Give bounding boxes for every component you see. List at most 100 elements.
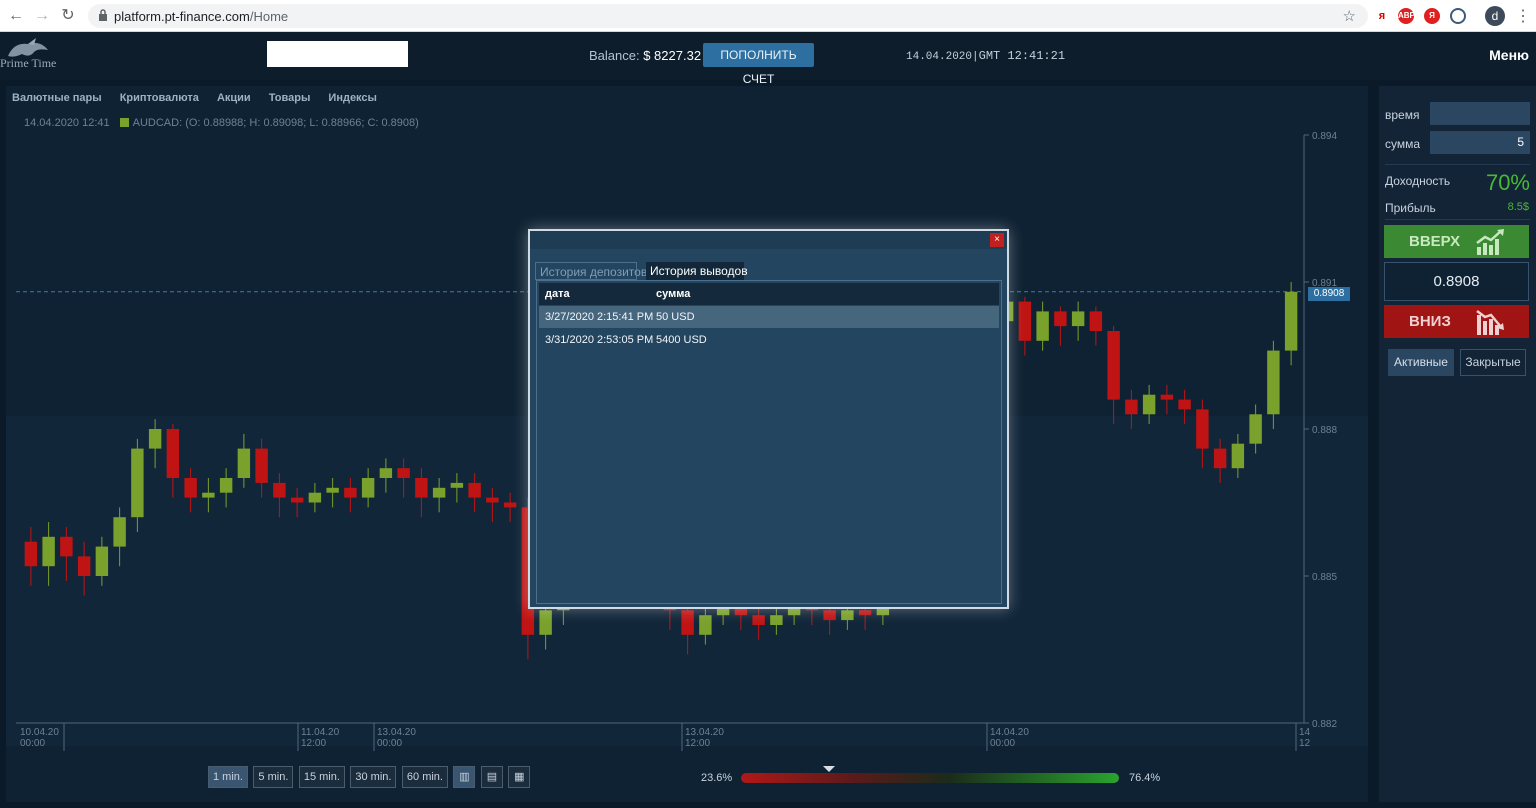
candle-body — [24, 541, 38, 567]
browser-menu-icon[interactable]: ⋮ — [1515, 6, 1531, 26]
candle-body — [344, 487, 357, 498]
cell-amount: 50 USD — [656, 311, 695, 323]
timeframe-15min[interactable]: 15 min. — [298, 766, 345, 788]
cell-date: 3/27/2020 2:15:41 PM — [545, 311, 654, 323]
asset-tab-forex[interactable]: Валютные пары — [12, 92, 102, 104]
candle-body — [361, 478, 375, 498]
asset-tab-stocks[interactable]: Акции — [217, 92, 251, 104]
candle-body — [1196, 409, 1209, 449]
candle-body — [166, 429, 180, 478]
candle-body — [1267, 350, 1280, 415]
timeframe-1min[interactable]: 1 min. — [208, 766, 248, 788]
candle-body — [1036, 311, 1049, 341]
table-header: дата сумма — [539, 283, 999, 305]
cell-date: 3/31/2020 2:53:05 PM — [545, 334, 654, 346]
asset-tabs: Валютные пары Криптовалюта Акции Товары … — [12, 92, 392, 104]
current-price-display: 0.8908 — [1384, 262, 1529, 301]
call-up-button[interactable]: ВВЕРХ — [1384, 225, 1529, 258]
line-chart-type-icon[interactable]: ▦ — [508, 766, 531, 788]
time-tick-time: 12 — [1299, 738, 1311, 749]
logo-text: Prime Time — [0, 56, 57, 70]
address-bar[interactable]: platform.pt-finance.com/Home ☆ — [88, 4, 1368, 28]
asset-tab-commodities[interactable]: Товары — [269, 92, 311, 104]
amount-label: сумма — [1385, 137, 1421, 151]
candle-body — [1231, 443, 1245, 469]
asset-tab-indices[interactable]: Индексы — [328, 92, 377, 104]
candle-body — [95, 546, 109, 576]
asset-tab-crypto[interactable]: Криптовалюта — [120, 92, 199, 104]
clock: 14.04.2020|GMT 12:41:21 — [906, 49, 1066, 63]
column-header-amount: сумма — [656, 288, 691, 300]
divider — [1385, 164, 1530, 165]
bar-chart-type-icon[interactable]: ▤ — [480, 766, 503, 788]
back-arrow-icon[interactable]: ← — [6, 6, 26, 26]
candle-body — [415, 478, 428, 498]
candle-body — [752, 615, 765, 625]
candle-body — [1178, 399, 1191, 410]
profile-avatar[interactable]: d — [1485, 6, 1505, 26]
candle-body — [681, 610, 694, 635]
candle-body — [42, 536, 55, 567]
divider — [1385, 219, 1530, 220]
candle-body — [237, 448, 251, 478]
bookmark-star-icon[interactable]: ☆ — [1343, 7, 1356, 25]
tab-withdrawal-history[interactable]: История выводов — [646, 262, 748, 280]
menu-button[interactable]: Меню — [1489, 47, 1529, 63]
candle-body — [379, 468, 393, 478]
adblock-extension-icon[interactable]: ABP — [1398, 8, 1415, 24]
time-tick-time: 12:00 — [685, 738, 710, 749]
ohlc-legend: 14.04.2020 12:41 AUDCAD: (O: 0.88988; H: … — [24, 117, 419, 129]
candle-body — [503, 502, 517, 508]
forward-arrow-icon[interactable]: → — [32, 6, 52, 26]
profit-label: Прибыль — [1385, 201, 1436, 215]
tab-deposit-history[interactable]: История депозитов — [535, 262, 647, 280]
candle-body — [60, 536, 73, 557]
candle-body — [255, 448, 268, 483]
price-tick-label: 0.894 — [1312, 131, 1337, 142]
timeframe-5min[interactable]: 5 min. — [253, 766, 294, 788]
time-tick-time: 00:00 — [990, 738, 1015, 749]
candle-body — [1107, 331, 1120, 400]
price-tick-label: 0.885 — [1312, 572, 1337, 583]
tab-closed-trades[interactable]: Закрытые — [1460, 349, 1526, 376]
time-tick-date: 10.04.20 — [20, 727, 59, 738]
table-row[interactable]: 3/27/2020 2:15:41 PM 50 USD — [539, 306, 999, 328]
candle-body — [1284, 291, 1298, 351]
candle-body — [326, 487, 339, 493]
yield-value: 70% — [1485, 170, 1530, 195]
browser-toolbar: ← → ↻ platform.pt-finance.com/Home ☆ я A… — [0, 0, 1536, 32]
time-tick-date: 14 — [1299, 727, 1311, 738]
candle-body — [1249, 414, 1262, 444]
column-header-date: дата — [545, 288, 570, 300]
candle-body — [1071, 311, 1085, 327]
current-price-tag: 0.8908 — [1308, 287, 1350, 301]
cell-amount: 5400 USD — [656, 334, 707, 346]
table-row[interactable]: 3/31/2020 2:53:05 PM 5400 USD — [539, 329, 999, 351]
modal-titlebar — [530, 231, 1007, 249]
candle-body — [450, 482, 464, 488]
price-tick-label: 0.888 — [1312, 425, 1337, 436]
account-name-box — [267, 41, 408, 67]
tab-active-trades[interactable]: Активные — [1388, 349, 1454, 376]
yield-label: Доходность — [1385, 174, 1451, 188]
time-input[interactable] — [1430, 102, 1530, 125]
extension-icon[interactable] — [1450, 8, 1466, 24]
yandex-red-extension-icon[interactable]: Я — [1424, 8, 1440, 24]
reload-icon[interactable]: ↻ — [58, 6, 78, 26]
timeframe-30min[interactable]: 30 min. — [350, 766, 397, 788]
history-modal: × История депозитов История выводов дата… — [528, 229, 1009, 609]
candle-body — [273, 482, 286, 498]
candle-body — [1125, 399, 1138, 415]
put-down-button[interactable]: ВНИЗ — [1384, 305, 1529, 338]
candle-body — [148, 429, 162, 449]
candle-body — [770, 615, 783, 625]
timeframe-60min[interactable]: 60 min. — [401, 766, 448, 788]
amount-input[interactable]: 5 — [1430, 131, 1530, 154]
sentiment-marker-icon — [823, 766, 835, 772]
close-icon[interactable]: × — [990, 233, 1004, 247]
candle-chart-type-icon[interactable]: ▥ — [453, 766, 476, 788]
deposit-button[interactable]: ПОПОЛНИТЬ СЧЕТ — [703, 43, 814, 86]
candle-body — [486, 497, 499, 503]
yandex-extension-icon[interactable]: я — [1374, 8, 1390, 24]
time-tick-date: 14.04.20 — [990, 727, 1029, 738]
